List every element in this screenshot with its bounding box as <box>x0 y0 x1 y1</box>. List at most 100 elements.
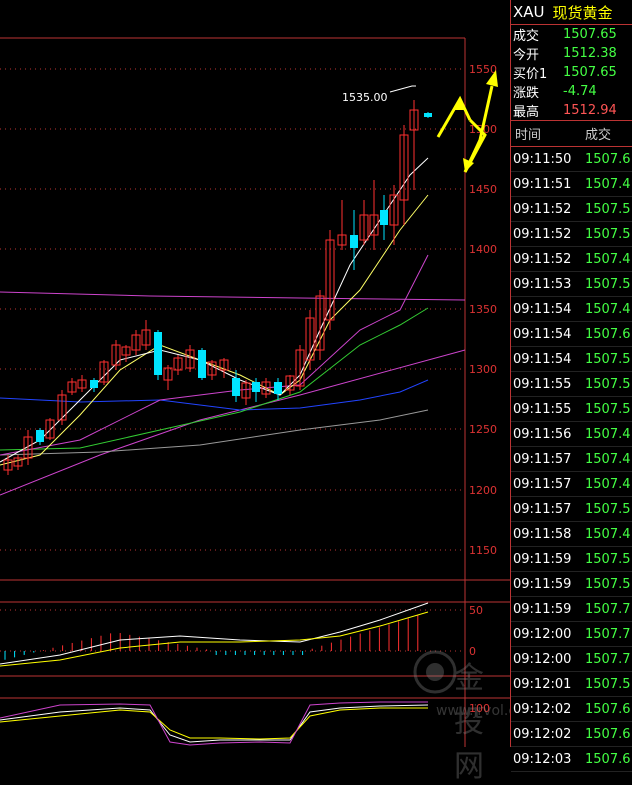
tick-price: 1507.4 <box>585 301 631 317</box>
tick-time: 09:11:51 <box>513 176 572 192</box>
candle-body <box>90 380 98 388</box>
tick-time: 09:11:55 <box>513 376 572 392</box>
tick-row[interactable]: 09:11:57 1507.4 <box>511 472 632 497</box>
price-tick-label: 1250 <box>469 423 497 436</box>
candle-body <box>36 430 44 442</box>
tick-row[interactable]: 09:12:03 1507.6 <box>511 747 632 772</box>
tick-time: 09:11:59 <box>513 601 572 617</box>
tick-time: 09:12:00 <box>513 651 572 667</box>
macd-dif-line <box>0 602 429 665</box>
tick-row[interactable]: 09:11:57 1507.4 <box>511 447 632 472</box>
tick-time: 09:11:56 <box>513 426 572 442</box>
price-tick-label: 1200 <box>469 484 497 497</box>
tick-price: 1507.6 <box>585 151 631 167</box>
candle-body <box>154 332 162 375</box>
tick-price: 1507.4 <box>585 526 631 542</box>
tick-time: 09:11:58 <box>513 526 572 542</box>
kdj-d-line <box>0 707 428 740</box>
chart-canvas[interactable]: 1550150014501400135013001250120011505001… <box>0 0 510 747</box>
tick-row[interactable]: 09:11:59 1507.5 <box>511 547 632 572</box>
tick-time: 09:11:55 <box>513 401 572 417</box>
tick-row[interactable]: 09:11:55 1507.5 <box>511 372 632 397</box>
tick-row[interactable]: 09:12:00 1507.7 <box>511 622 632 647</box>
candle-body <box>198 350 206 378</box>
tick-time: 09:12:02 <box>513 726 572 742</box>
tick-row[interactable]: 09:11:53 1507.5 <box>511 272 632 297</box>
quote-value: 1507.65 <box>563 27 617 42</box>
tick-row[interactable]: 09:11:55 1507.5 <box>511 397 632 422</box>
tick-price: 1507.4 <box>585 426 631 442</box>
tick-row[interactable]: 09:11:59 1507.5 <box>511 572 632 597</box>
tick-price: 1507.5 <box>585 201 631 217</box>
tick-price: 1507.7 <box>585 626 631 642</box>
tick-price: 1507.5 <box>585 226 631 242</box>
price-tick-label: 1150 <box>469 544 497 557</box>
tick-row[interactable]: 09:11:52 1507.4 <box>511 247 632 272</box>
quote-label: 涨跌 <box>513 86 540 101</box>
quote-row: 今开 1512.38 <box>511 44 632 63</box>
tick-row[interactable]: 09:11:51 1507.4 <box>511 172 632 197</box>
candle-body <box>274 382 282 394</box>
tick-time: 09:11:52 <box>513 201 572 217</box>
quote-label: 今开 <box>513 48 540 63</box>
tick-price: 1507.5 <box>585 676 631 692</box>
ticks-header: 时间 成交 <box>511 120 632 147</box>
quote-label: 最高 <box>513 105 540 120</box>
tick-price: 1507.4 <box>585 451 631 467</box>
quote-row: 买价1 1507.65 <box>511 63 632 82</box>
tick-time: 09:12:02 <box>513 701 572 717</box>
tick-row[interactable]: 09:11:59 1507.7 <box>511 597 632 622</box>
tick-row[interactable]: 09:11:50 1507.6 <box>511 147 632 172</box>
ticks-header-deal: 成交 <box>585 128 612 143</box>
quote-value: 1507.65 <box>563 65 617 80</box>
quote-row: 涨跌 -4.74 <box>511 82 632 101</box>
tick-row[interactable]: 09:11:54 1507.6 <box>511 322 632 347</box>
high-price-annotation: 1535.00 <box>342 91 388 104</box>
tick-time: 09:11:52 <box>513 226 572 242</box>
symbol-header: XAU 现货黄金 <box>511 0 632 25</box>
tick-price: 1507.5 <box>585 376 631 392</box>
candlestick-chart[interactable]: 1550 1500 1450 1400 1350 1300 1250 1200 1150 50 0 1… <box>0 0 538 784</box>
tick-time: 09:11:52 <box>513 251 572 267</box>
tick-time: 09:11:50 <box>513 151 572 167</box>
watermark-icon <box>413 650 457 694</box>
tick-price: 1507.7 <box>585 601 631 617</box>
tick-price: 1507.5 <box>585 351 631 367</box>
tick-row[interactable]: 09:12:02 1507.6 <box>511 697 632 722</box>
tick-time: 09:11:54 <box>513 351 572 367</box>
candle-body <box>380 210 388 225</box>
tick-price: 1507.6 <box>585 751 631 767</box>
tick-time: 09:11:59 <box>513 551 572 567</box>
symbol-name: 现货黄金 <box>552 3 613 22</box>
tick-row[interactable]: 09:11:52 1507.5 <box>511 222 632 247</box>
tick-time: 09:11:54 <box>513 326 572 342</box>
tick-row[interactable]: 09:11:56 1507.4 <box>511 422 632 447</box>
macd-tick-label: 50 <box>469 604 483 617</box>
tick-row[interactable]: 09:12:00 1507.7 <box>511 647 632 672</box>
tick-row[interactable]: 09:11:54 1507.5 <box>511 347 632 372</box>
tick-time: 09:11:57 <box>513 501 572 517</box>
tick-row[interactable]: 09:12:02 1507.6 <box>511 722 632 747</box>
tick-time: 09:11:57 <box>513 476 572 492</box>
tick-time: 09:12:01 <box>513 676 572 692</box>
tick-time: 09:11:54 <box>513 301 572 317</box>
tick-row[interactable]: 09:11:57 1507.5 <box>511 497 632 522</box>
ma-flat-line <box>0 291 466 301</box>
quote-list: 成交 1507.65 今开 1512.38 买价1 1507.65 涨跌 -4.74 最高 151… <box>511 25 632 120</box>
price-tick-label: 1450 <box>469 183 497 196</box>
candle-body <box>350 235 358 248</box>
kdj-k-line <box>0 704 429 743</box>
tick-row[interactable]: 09:11:52 1507.5 <box>511 197 632 222</box>
tick-row[interactable]: 09:11:54 1507.4 <box>511 297 632 322</box>
ticks-list[interactable]: 09:11:50 1507.6 09:11:51 1507.4 09:11:52 1507… <box>511 147 632 772</box>
tick-row[interactable]: 09:11:58 1507.4 <box>511 522 632 547</box>
tick-time: 09:11:53 <box>513 276 572 292</box>
macd-dea-line <box>0 611 429 667</box>
tick-price: 1507.5 <box>585 501 631 517</box>
tick-row[interactable]: 09:12:01 1507.5 <box>511 672 632 697</box>
tick-price: 1507.7 <box>585 651 631 667</box>
ma-green-line <box>0 307 429 451</box>
tick-price: 1507.5 <box>585 551 631 567</box>
candle-body <box>232 378 240 396</box>
tick-price: 1507.5 <box>585 576 631 592</box>
